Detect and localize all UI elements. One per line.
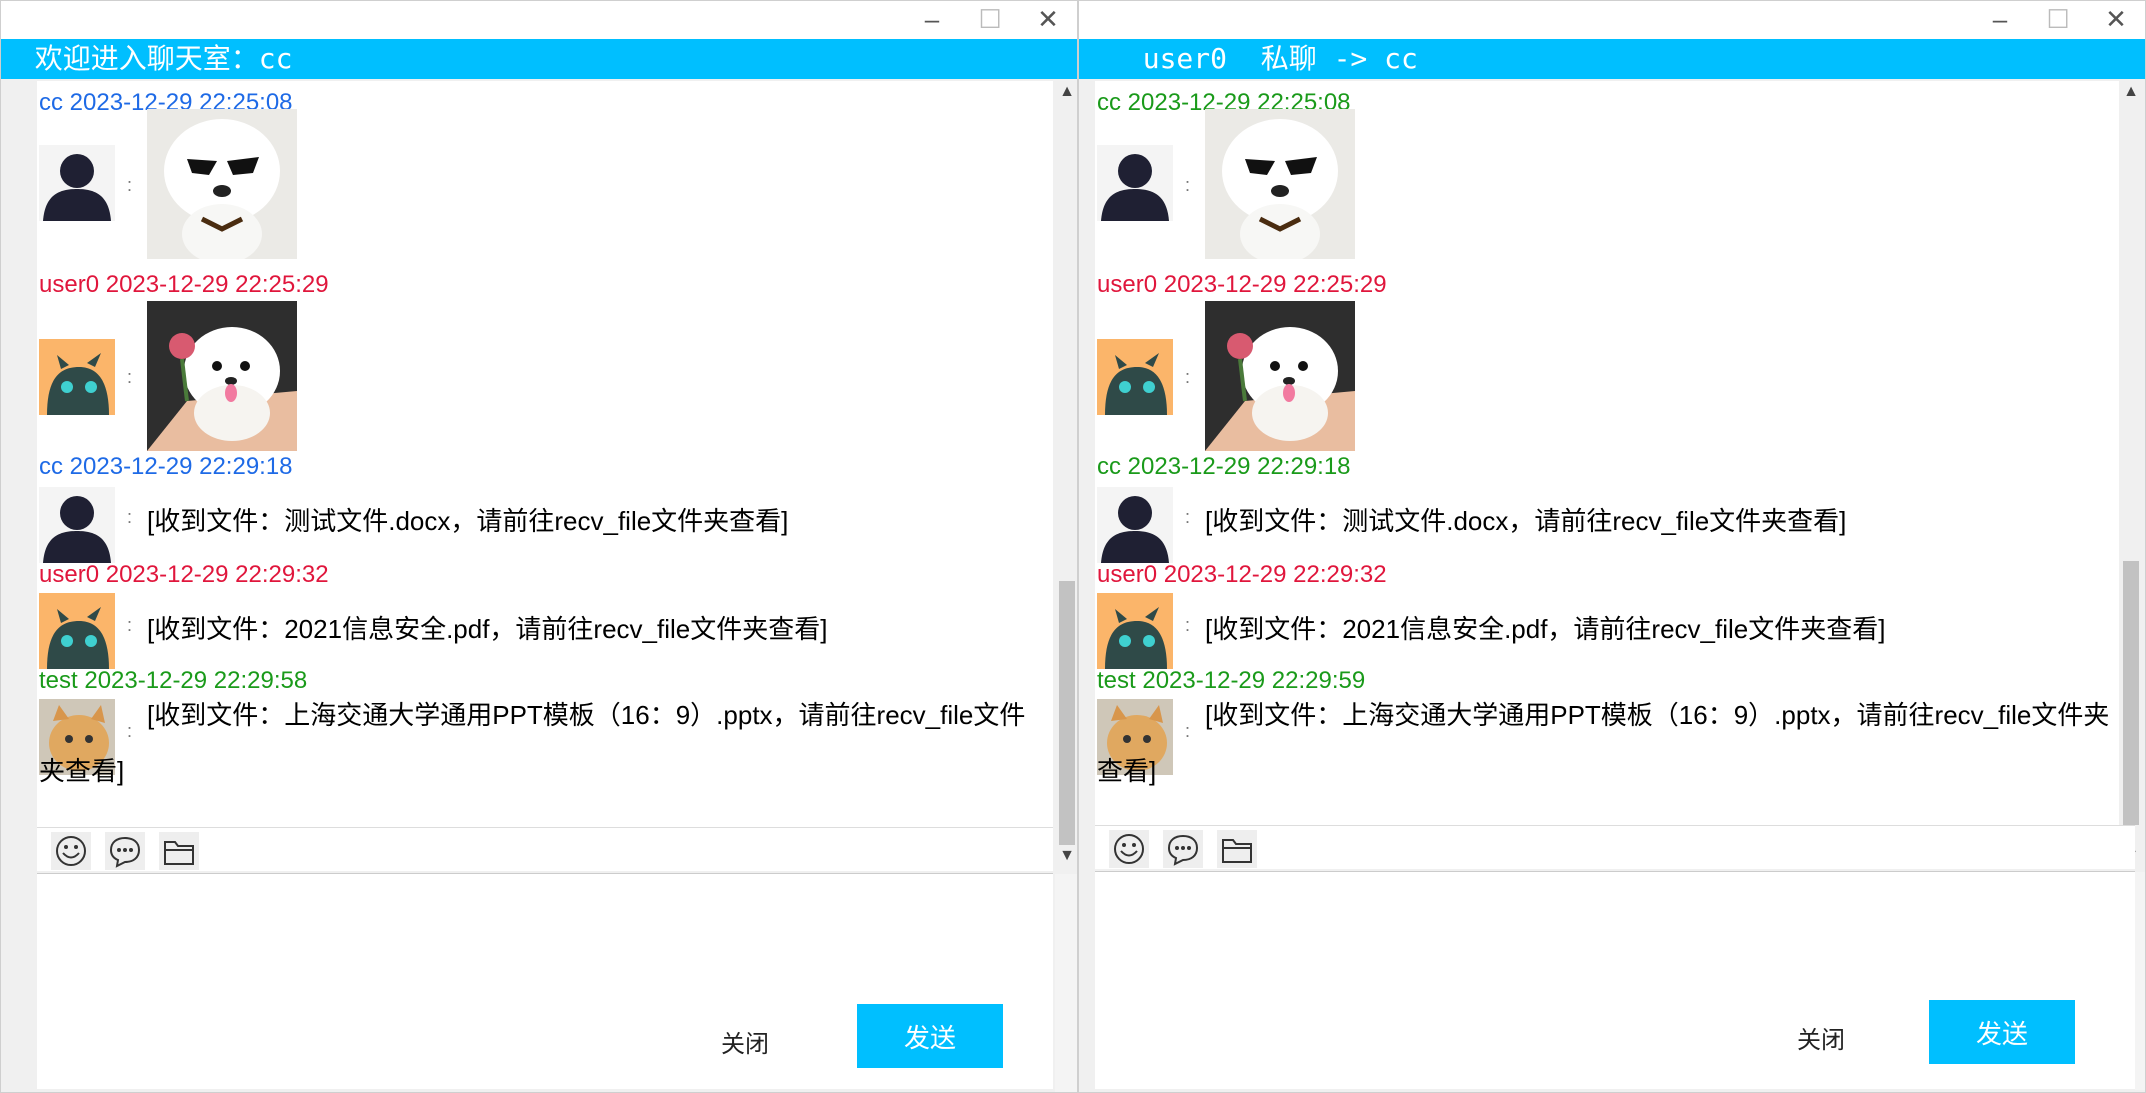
chatroom-window: – ☐ ✕ 欢迎进入聊天室：cc cc 2023-12-29 22:25:08 …: [0, 0, 1078, 1093]
dog-photo[interactable]: [1205, 301, 1355, 451]
title-bar[interactable]: – ☐ ✕: [1, 1, 1077, 39]
private-chat-banner: user0 私聊 -> cc: [1079, 39, 2145, 79]
folder-icon[interactable]: [1217, 830, 1257, 868]
chatroom-banner: 欢迎进入聊天室：cc: [1, 39, 1077, 79]
avatar: [39, 593, 115, 669]
private-chat-window: – ☐ ✕ user0 私聊 -> cc cc 2023-12-29 22:25…: [1078, 0, 2146, 1093]
avatar: [39, 339, 115, 415]
message-header: user0 2023-12-29 22:29:32: [39, 561, 329, 588]
file-message: [收到文件：2021信息安全.pdf，请前往recv_file文件夹查看]: [147, 614, 828, 644]
chevron-down-icon[interactable]: ▼: [1055, 845, 1077, 867]
minimize-icon[interactable]: –: [903, 1, 961, 39]
message-header: cc 2023-12-29 22:29:18: [1097, 453, 1351, 480]
folder-icon[interactable]: [159, 832, 199, 870]
avatar: [1097, 487, 1173, 563]
close-button[interactable]: 关闭: [721, 1024, 769, 1059]
message-separator: :: [1185, 175, 1191, 195]
dog-photo[interactable]: [147, 109, 297, 264]
message-header: user0 2023-12-29 22:25:29: [39, 271, 329, 298]
message-separator: :: [127, 175, 133, 195]
message-input[interactable]: 关闭 发送: [1095, 871, 2145, 1090]
avatar: [1097, 145, 1173, 221]
scrollbar-thumb[interactable]: [2123, 561, 2139, 825]
chat-scrollbar[interactable]: ▲ ▼: [1055, 81, 1077, 867]
message-input[interactable]: 关闭 发送: [37, 873, 1077, 1092]
minimize-icon[interactable]: –: [1971, 1, 2029, 39]
avatar: [39, 145, 115, 221]
send-button[interactable]: 发送: [1929, 1000, 2075, 1064]
input-scrollbar[interactable]: [2135, 872, 2145, 1090]
message-separator: :: [127, 367, 133, 387]
send-button[interactable]: 发送: [857, 1004, 1003, 1068]
file-message: [收到文件：2021信息安全.pdf，请前往recv_file文件夹查看]: [1205, 614, 1886, 644]
input-toolbar: [37, 827, 1053, 871]
message-separator: :: [127, 507, 133, 527]
close-icon[interactable]: ✕: [2087, 1, 2145, 39]
avatar: [1097, 593, 1173, 669]
file-message: [收到文件：上海交通大学通用PPT模板（16：9）.pptx，请前往recv_f…: [1097, 700, 2110, 786]
chat-scrollbar[interactable]: ▲ ▼: [2119, 81, 2143, 867]
chat-bubble-icon[interactable]: [105, 832, 145, 870]
message-separator: :: [1185, 507, 1191, 527]
title-bar[interactable]: – ☐ ✕: [1079, 1, 2145, 39]
maximize-icon[interactable]: ☐: [961, 1, 1019, 39]
dog-photo[interactable]: [1205, 109, 1355, 264]
avatar: [1097, 339, 1173, 415]
message-header: cc 2023-12-29 22:29:18: [39, 453, 293, 480]
message-list[interactable]: cc 2023-12-29 22:25:08 : user0 2023-12-2…: [1095, 81, 2135, 825]
close-button[interactable]: 关闭: [1797, 1020, 1845, 1055]
message-separator: :: [1185, 615, 1191, 635]
message-header: user0 2023-12-29 22:25:29: [1097, 271, 1387, 298]
avatar: [39, 487, 115, 563]
chevron-up-icon[interactable]: ▲: [1055, 81, 1077, 103]
message-list[interactable]: cc 2023-12-29 22:25:08 : user0 2023-12-2…: [37, 81, 1053, 827]
message-separator: :: [1185, 367, 1191, 387]
file-message: [收到文件：测试文件.docx，请前往recv_file文件夹查看]: [1205, 506, 1847, 536]
smiley-icon[interactable]: [1109, 830, 1149, 868]
file-message: [收到文件：测试文件.docx，请前往recv_file文件夹查看]: [147, 506, 789, 536]
dog-photo[interactable]: [147, 301, 297, 451]
input-toolbar: [1095, 825, 2135, 869]
chevron-up-icon[interactable]: ▲: [2119, 81, 2143, 103]
input-scrollbar[interactable]: [1055, 874, 1077, 1092]
message-header: user0 2023-12-29 22:29:32: [1097, 561, 1387, 588]
maximize-icon[interactable]: ☐: [2029, 1, 2087, 39]
chat-bubble-icon[interactable]: [1163, 830, 1203, 868]
smiley-icon[interactable]: [51, 832, 91, 870]
scrollbar-thumb[interactable]: [1059, 581, 1075, 845]
close-icon[interactable]: ✕: [1019, 1, 1077, 39]
file-message: [收到文件：上海交通大学通用PPT模板（16：9）.pptx，请前往recv_f…: [39, 700, 1026, 786]
message-separator: :: [127, 615, 133, 635]
